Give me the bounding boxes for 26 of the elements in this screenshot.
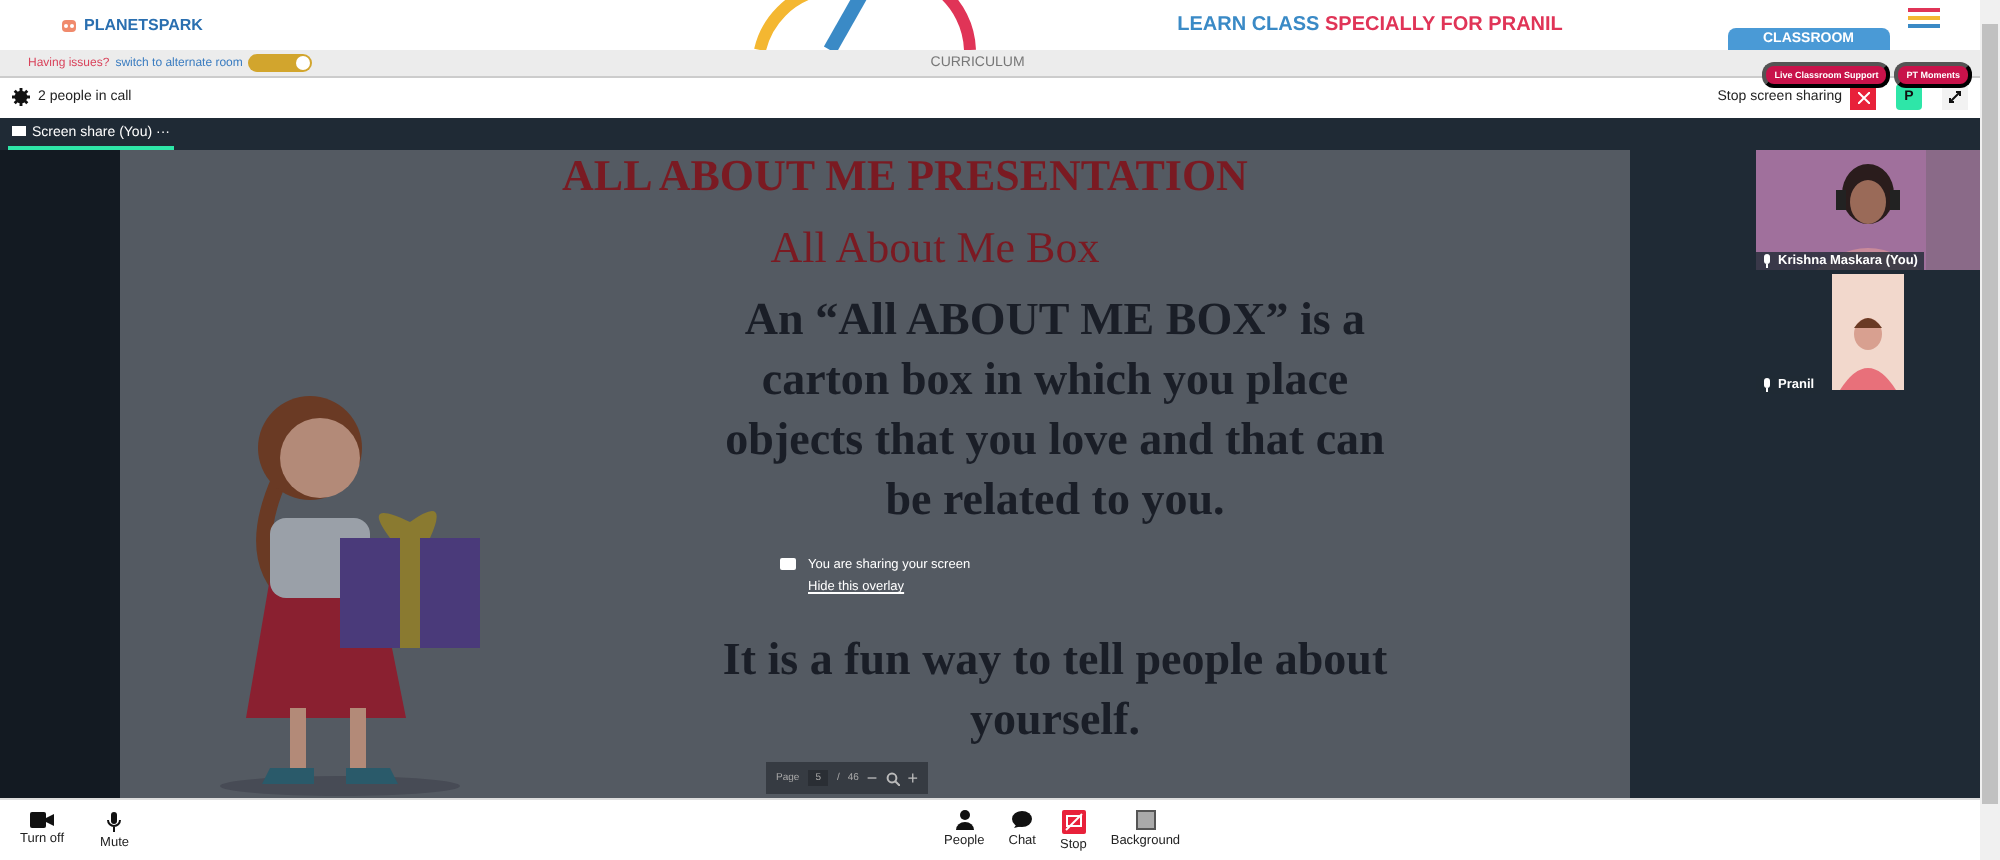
microphone-icon bbox=[106, 811, 123, 832]
microphone-icon bbox=[1762, 377, 1772, 392]
settings-icon[interactable] bbox=[12, 88, 30, 107]
slide-subheading: All About Me Box bbox=[770, 221, 1100, 274]
chat-icon bbox=[1012, 809, 1033, 830]
person-icon bbox=[955, 809, 974, 830]
search-icon[interactable] bbox=[885, 771, 900, 786]
robot-logo-icon bbox=[60, 16, 78, 34]
microphone-icon bbox=[1762, 253, 1772, 268]
zoom-out-button[interactable]: − bbox=[866, 768, 878, 789]
slide-paragraph: An “All ABOUT ME BOX” is a carton box in which you place objects that you love and that can be related to you. bbox=[723, 291, 1387, 528]
screen-icon bbox=[12, 126, 26, 139]
stop-sharing-icon bbox=[1061, 809, 1086, 834]
slide-heading: ALL ABOUT ME PRESENTATION bbox=[562, 149, 1248, 202]
zoom-in-button[interactable]: + bbox=[907, 768, 918, 789]
screen-share-icon bbox=[780, 557, 796, 572]
slide-paragraph: It is a fun way to tell people about yourself. bbox=[720, 631, 1390, 748]
page-title: LEARN CLASS SPECIALLY FOR PRANIL bbox=[1177, 14, 1563, 36]
room-toggle[interactable] bbox=[248, 54, 313, 72]
camera-icon bbox=[30, 811, 55, 828]
close-icon bbox=[1857, 91, 1869, 104]
background-icon bbox=[1135, 809, 1156, 830]
logo-text: PLANETSPARK bbox=[84, 16, 203, 34]
scrollbar[interactable] bbox=[1980, 0, 2000, 860]
expand-icon bbox=[1948, 90, 1962, 105]
menu-icon[interactable] bbox=[1908, 8, 1940, 28]
